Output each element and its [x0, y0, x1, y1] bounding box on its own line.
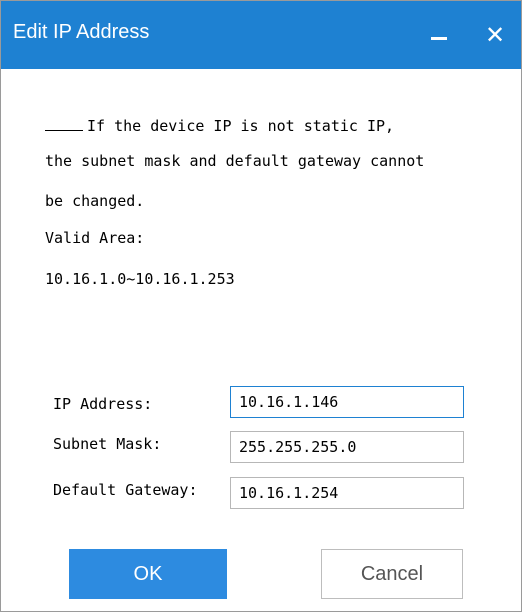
close-button[interactable]: ✕ [477, 17, 513, 53]
valid-area-label: Valid Area: [45, 229, 145, 247]
title-bar[interactable]: Edit IP Address ✕ [1, 1, 521, 69]
message-line-1-text: If the device IP is not static IP, [87, 117, 395, 135]
edit-ip-dialog: Edit IP Address ✕ If the device IP is no… [0, 0, 522, 612]
message-line-2: the subnet mask and default gateway cann… [45, 152, 425, 170]
default-gateway-input[interactable] [230, 477, 464, 509]
minimize-icon [431, 36, 447, 40]
message-line-3: be changed. [45, 192, 145, 210]
ip-address-input[interactable] [230, 386, 464, 418]
dialog-title: Edit IP Address [13, 21, 150, 43]
valid-area-range: 10.16.1.0~10.16.1.253 [45, 270, 235, 288]
default-gateway-label: Default Gateway: [53, 481, 198, 499]
ip-address-label: IP Address: [53, 395, 153, 413]
close-icon: ✕ [484, 21, 506, 49]
subnet-mask-input[interactable] [230, 431, 464, 463]
cancel-button[interactable]: Cancel [321, 549, 463, 599]
ok-button[interactable]: OK [69, 549, 227, 599]
blank-underline [45, 116, 83, 131]
message-line-1: If the device IP is not static IP, [45, 116, 394, 135]
minimize-button[interactable] [421, 17, 457, 53]
subnet-mask-label: Subnet Mask: [53, 435, 162, 453]
